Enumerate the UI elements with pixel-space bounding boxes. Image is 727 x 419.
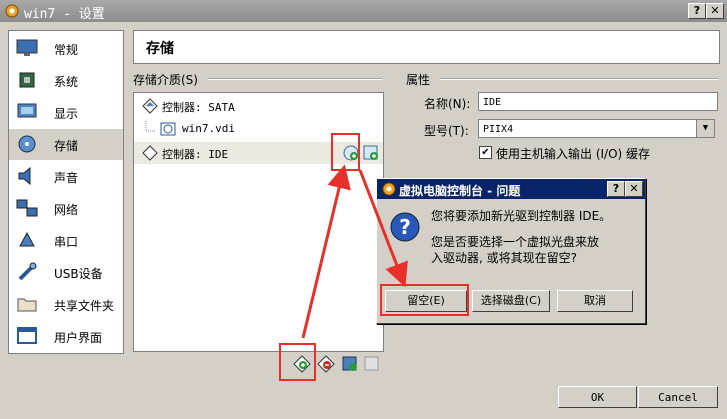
type-select-value: PIIX4	[483, 124, 514, 135]
add-hard-disk-icon[interactable]	[362, 144, 380, 162]
gear-icon	[382, 182, 396, 196]
sidebar-item-usb[interactable]: USB设备	[9, 257, 123, 288]
hard-disk-icon	[160, 122, 176, 136]
ok-button[interactable]: OK	[558, 386, 637, 408]
sidebar-item-label: 存储	[54, 139, 79, 153]
choose-disk-button[interactable]: 选择磁盘(C)	[472, 290, 550, 312]
gear-icon	[5, 4, 19, 18]
sidebar-item-label: 网络	[54, 203, 79, 217]
close-button[interactable]: ✕	[706, 3, 724, 19]
remove-attachment-icon[interactable]	[363, 355, 381, 373]
sidebar-item-label: 常规	[54, 43, 79, 57]
cancel-button[interactable]: Cancel	[638, 386, 718, 408]
sidebar-item-label: USB设备	[54, 267, 103, 281]
controller-icon	[142, 145, 158, 161]
sidebar-item-label: 串口	[54, 235, 79, 249]
type-select[interactable]: PIIX4 ▼	[478, 119, 715, 138]
annotation-highlight-box	[331, 133, 360, 171]
dialog-title-bar: 虚拟电脑控制台 - 问题 ? ✕	[377, 179, 645, 199]
usb-icon	[18, 262, 37, 281]
tree-item-label: win7.vdi	[182, 122, 235, 135]
sidebar-item-label: 共享文件夹	[54, 299, 115, 313]
cancel-dialog-button[interactable]: 取消	[557, 290, 633, 312]
sidebar-item-general[interactable]: 常规	[9, 33, 123, 64]
sidebar-item-system[interactable]: 系统	[9, 65, 123, 96]
folder-icon	[17, 298, 37, 312]
sidebar-item-label: 系统	[54, 75, 79, 89]
window-title: win7 - 设置	[24, 7, 105, 22]
add-attachment-icon[interactable]	[341, 355, 359, 373]
tree-line-icon	[145, 121, 156, 132]
storage-group-label: 存储介质(S)	[133, 73, 198, 87]
remove-controller-icon[interactable]	[317, 355, 335, 373]
divider	[440, 78, 718, 80]
page-header: 存储	[133, 30, 720, 64]
sidebar-item-shared-folders[interactable]: 共享文件夹	[9, 289, 123, 320]
ui-icon	[17, 327, 37, 344]
sidebar-item-label: 显示	[54, 107, 79, 121]
dialog-title: 虚拟电脑控制台 - 问题	[399, 184, 521, 198]
question-icon: ?	[390, 212, 420, 242]
controller-icon	[142, 98, 158, 114]
host-io-cache-checkbox[interactable]: ✔	[479, 146, 492, 159]
dialog-help-button[interactable]: ?	[607, 181, 625, 197]
title-bar: win7 - 设置 ? ✕	[0, 0, 727, 22]
sidebar-item-label: 用户界面	[54, 331, 103, 345]
chevron-down-icon: ▼	[696, 120, 714, 137]
annotation-highlight-box	[380, 284, 469, 316]
tree-item-label: 控制器: SATA	[162, 101, 235, 114]
speaker-icon	[18, 166, 31, 186]
network-icon	[16, 199, 38, 217]
settings-window: win7 - 设置 ? ✕ 常规 系统 显示 存储 声音 网络 串口 USB设备…	[0, 0, 727, 419]
sidebar-item-label: 声音	[54, 171, 79, 185]
dialog-close-button[interactable]: ✕	[625, 181, 643, 197]
disk-icon	[18, 135, 36, 153]
divider	[208, 78, 382, 80]
host-io-cache-label: 使用主机输入输出 (I/O) 缓存	[496, 147, 651, 161]
type-label: 型号(T):	[424, 124, 469, 138]
attributes-group-label: 属性	[406, 73, 431, 87]
sidebar-item-network[interactable]: 网络	[9, 193, 123, 224]
display-icon	[17, 103, 37, 118]
annotation-highlight-box	[279, 343, 316, 381]
sidebar-item-display[interactable]: 显示	[9, 97, 123, 128]
name-field[interactable]: IDE	[478, 92, 718, 111]
sidebar-item-user-interface[interactable]: 用户界面	[9, 321, 123, 352]
dialog-message-2: 您是否要选择一个虚拟光盘来放入驱动器, 或将其现在留空?	[431, 235, 600, 265]
name-label: 名称(N):	[424, 97, 471, 111]
tree-item-label: 控制器: IDE	[162, 148, 229, 161]
chip-icon	[19, 72, 35, 88]
storage-tree[interactable]: 控制器: SATA win7.vdi 控制器: IDE	[133, 92, 384, 352]
settings-sidebar: 常规 系统 显示 存储 声音 网络 串口 USB设备 共享文件夹 用户界面	[8, 30, 124, 354]
sidebar-item-storage[interactable]: 存储	[9, 129, 123, 160]
sidebar-item-serial[interactable]: 串口	[9, 225, 123, 256]
tree-item-sata-controller[interactable]: 控制器: SATA	[134, 95, 383, 117]
dialog-message-1: 您将要添加新光驱到控制器 IDE。	[431, 209, 612, 223]
sidebar-item-audio[interactable]: 声音	[9, 161, 123, 192]
serial-icon	[19, 231, 35, 247]
svg-text:?: ?	[399, 215, 411, 239]
page-title: 存储	[146, 41, 174, 57]
monitor-icon	[16, 39, 38, 56]
help-button[interactable]: ?	[688, 3, 706, 19]
